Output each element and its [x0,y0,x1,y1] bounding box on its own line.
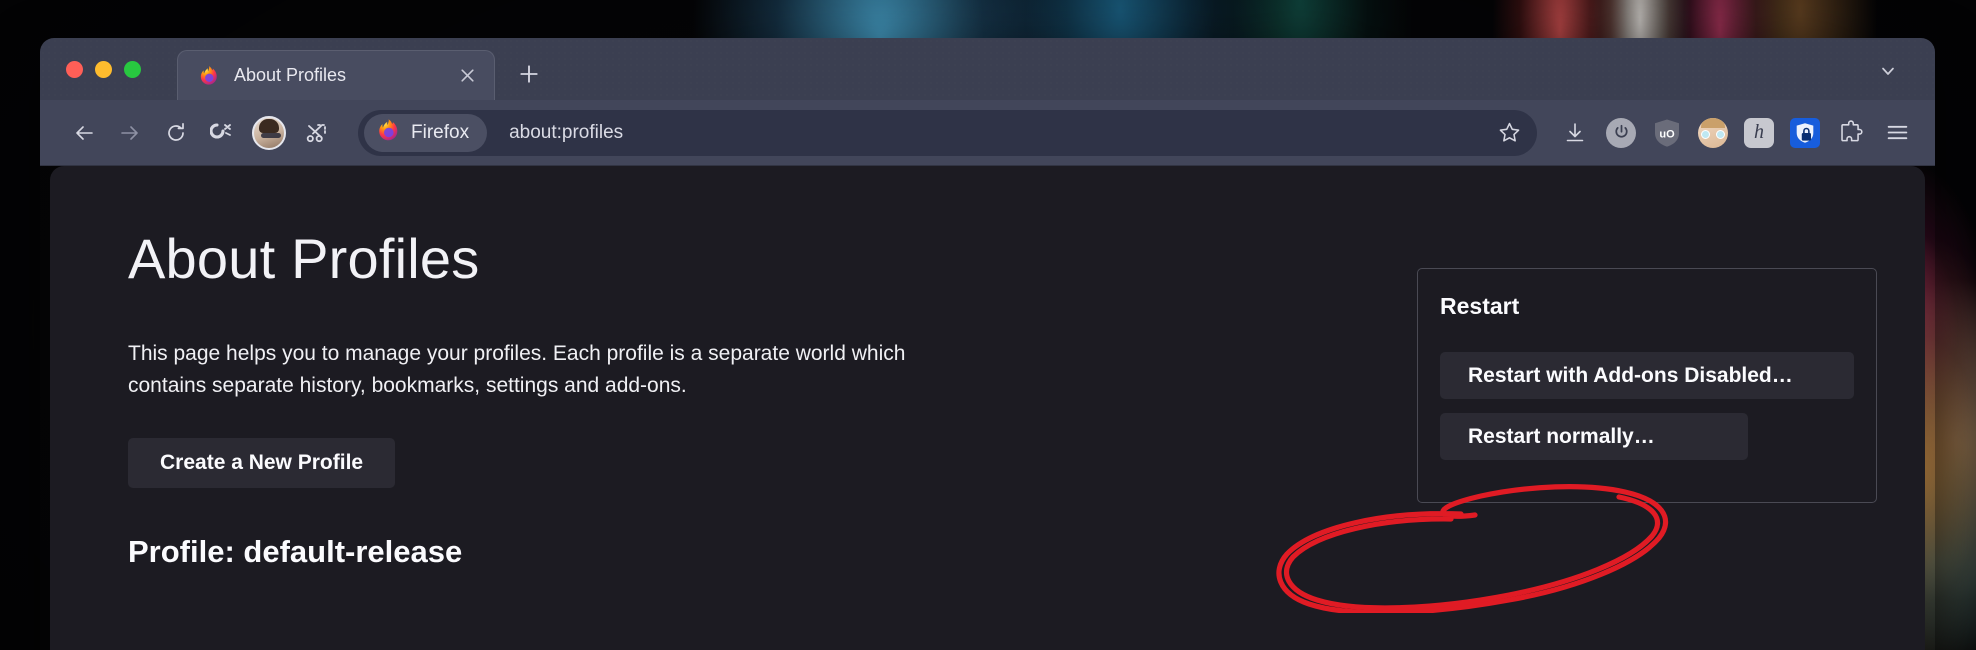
restart-panel-heading: Restart [1440,293,1520,319]
restart-with-addons-disabled-button[interactable]: Restart with Add-ons Disabled… [1440,352,1854,399]
close-icon[interactable] [452,61,482,91]
window-close-button[interactable] [66,60,83,78]
identity-chip-firefox[interactable]: Firefox [364,113,488,152]
restart-normally-button[interactable]: Restart normally… [1440,413,1748,460]
tab-about-profiles[interactable]: About Profiles [177,50,495,100]
firefox-browser-window: About Profiles Firefox about:profiles uO… [40,38,1935,650]
identity-chip-label: Firefox [411,121,470,143]
url-input[interactable]: about:profiles [509,122,1489,144]
tab-strip: About Profiles [40,38,1935,100]
window-zoom-button[interactable] [124,60,141,78]
profile-section-heading: Profile: default-release [128,534,463,569]
back-button[interactable] [62,111,106,155]
chevron-down-icon[interactable] [1871,54,1905,88]
firefox-icon [198,65,220,87]
honey-letter: h [1744,117,1774,148]
password-shield-lock-icon[interactable] [1783,111,1827,155]
window-traffic-lights [58,38,153,100]
bitwarden-badge [1790,117,1820,148]
create-new-profile-button[interactable]: Create a New Profile [128,438,396,488]
page-title: About Profiles [128,227,480,290]
star-icon[interactable] [1489,113,1529,153]
screenshot-crop-icon[interactable] [294,111,338,155]
glasses-icon [1701,129,1725,139]
reload-button[interactable] [154,111,198,155]
power-button-icon[interactable] [1599,111,1643,155]
forward-button[interactable] [108,111,152,155]
tab-title: About Profiles [234,65,347,85]
hamburger-menu-icon[interactable] [1875,111,1919,155]
content-inner: About Profiles This page helps you to ma… [50,166,1925,650]
face-avatar [1698,117,1728,148]
firefox-icon [376,118,401,148]
ublock-label: uO [1659,128,1675,140]
magnet-icon[interactable] [200,111,244,155]
extensions-puzzle-icon[interactable] [1829,111,1873,155]
face-glasses-icon[interactable] [1691,111,1735,155]
navigation-toolbar: Firefox about:profiles uO h [40,100,1935,166]
power-icon-circle [1606,117,1636,148]
window-minimize-button[interactable] [95,60,112,78]
page-content-about-profiles: About Profiles This page helps you to ma… [50,166,1925,650]
download-button[interactable] [1553,111,1597,155]
user-avatar-icon[interactable] [252,115,286,150]
url-bar[interactable]: Firefox about:profiles [358,109,1537,156]
desktop-background: About Profiles Firefox about:profiles uO… [0,0,1976,650]
honey-extension-icon[interactable]: h [1737,111,1781,155]
ublock-shield: uO [1652,118,1682,148]
new-tab-button[interactable] [509,54,549,94]
restart-panel: Restart Restart with Add-ons Disabled… R… [1417,268,1877,503]
tab-list: About Profiles [177,50,549,100]
page-intro-text: This page helps you to manage your profi… [128,342,906,397]
ublock-origin-shield-icon[interactable]: uO [1645,111,1689,155]
